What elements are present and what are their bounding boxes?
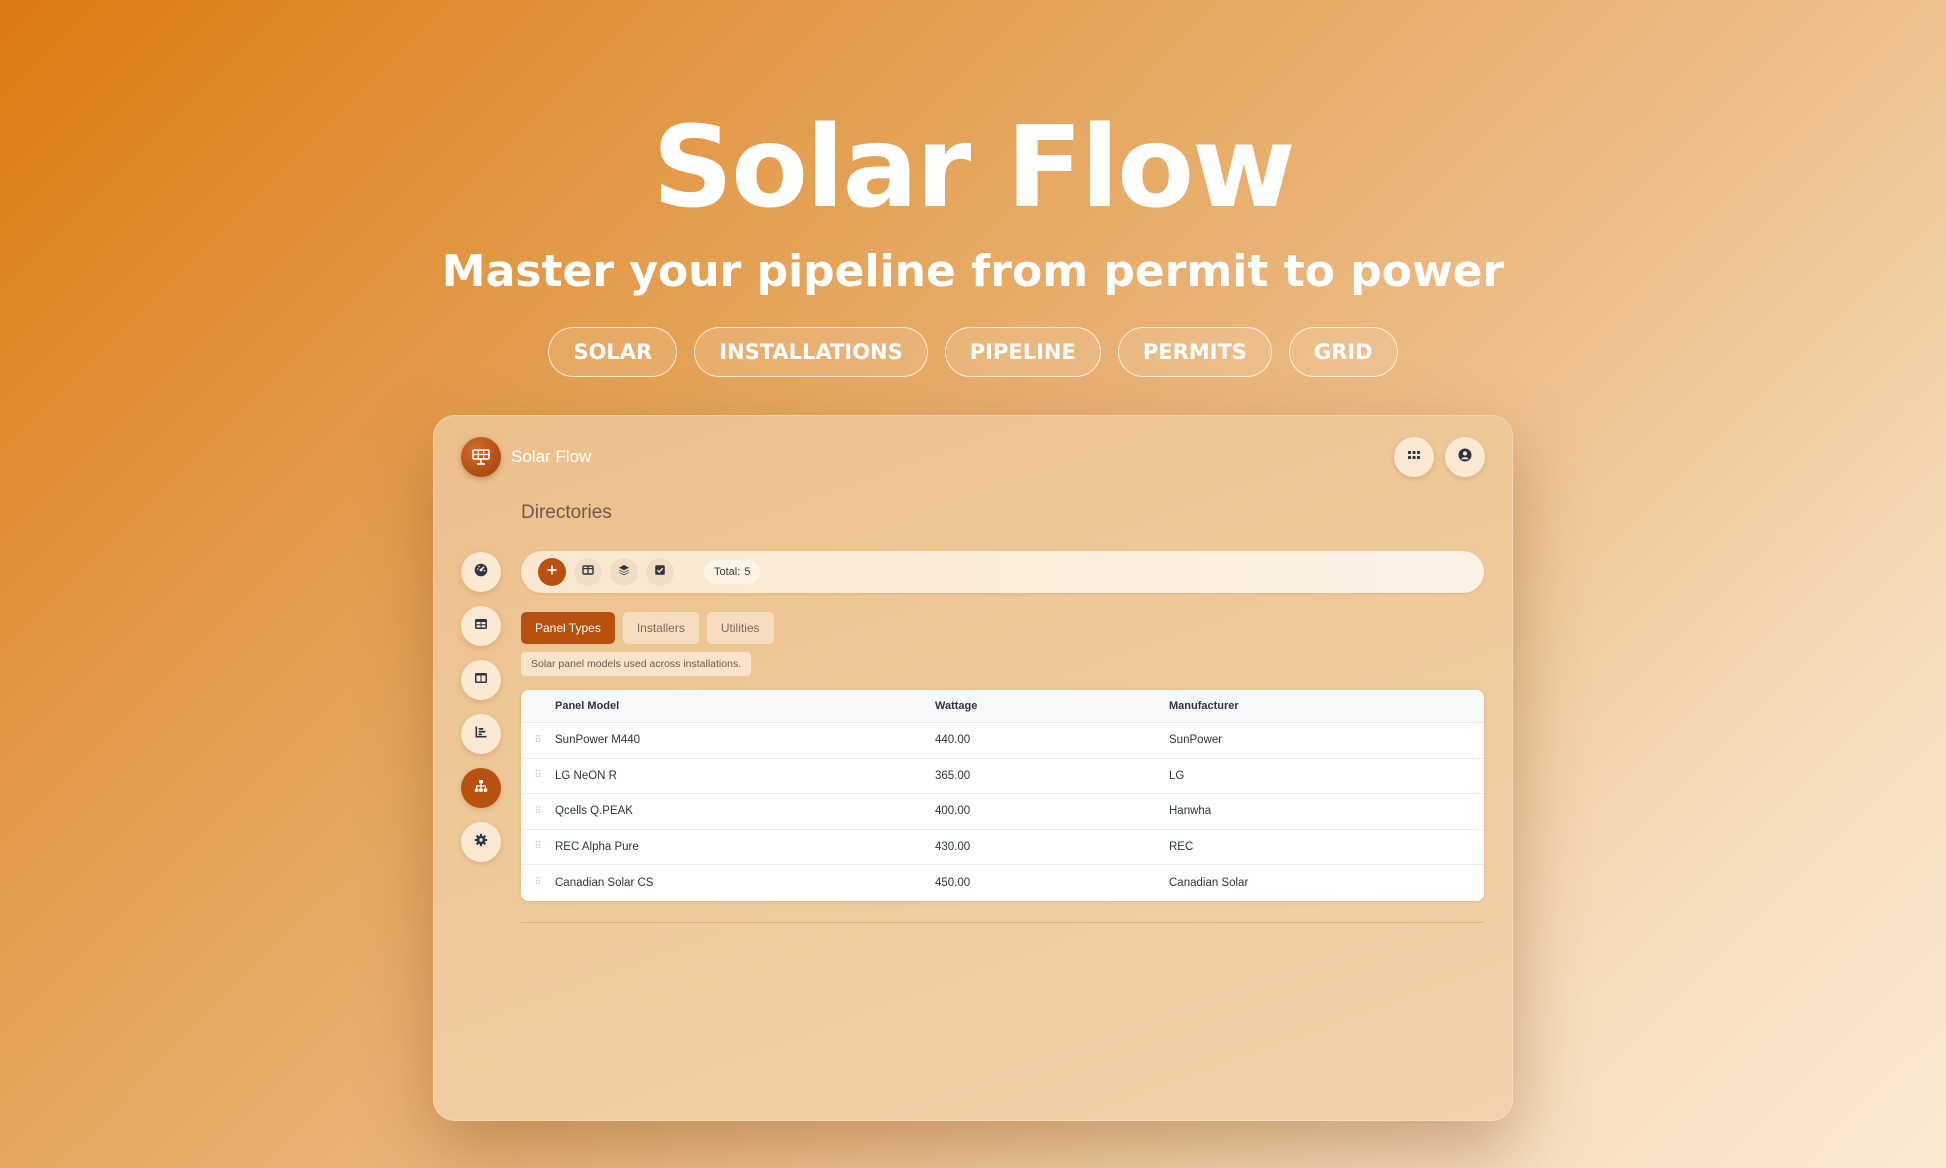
column-header-panel-model[interactable]: Panel Model [555, 700, 935, 712]
cell-manufacturer: REC [1169, 840, 1194, 853]
total-count-badge: Total: 5 [704, 560, 761, 584]
brand[interactable]: Solar Flow [461, 437, 591, 477]
cell-wattage: 450.00 [935, 876, 971, 889]
tag-pipeline: PIPELINE [944, 327, 1101, 377]
sidebar [461, 552, 501, 862]
drag-handle-icon[interactable]: ⠿ [521, 841, 555, 852]
add-icon [546, 563, 558, 581]
hierarchy-icon [474, 779, 488, 798]
sidebar-item-directories[interactable] [461, 768, 501, 808]
cell-wattage: 440.00 [935, 734, 971, 747]
dashboard-gauge-icon [474, 563, 488, 582]
drag-handle-icon[interactable]: ⠿ [521, 770, 555, 781]
tag-row: SOLAR INSTALLATIONS PIPELINE PERMITS GRI… [0, 327, 1946, 377]
directory-tabs: Panel Types Installers Utilities [521, 612, 774, 644]
sidebar-item-dashboard[interactable] [461, 552, 501, 592]
cell-wattage: 430.00 [935, 840, 971, 853]
column-header-wattage[interactable]: Wattage [935, 700, 1169, 712]
columns-icon [582, 563, 594, 581]
account-button[interactable] [1445, 437, 1485, 477]
table-header: Panel Model Wattage Manufacturer [521, 690, 1484, 723]
divider [521, 922, 1484, 923]
sidebar-item-settings[interactable] [461, 822, 501, 862]
select-button[interactable] [646, 558, 674, 586]
table-row[interactable]: ⠿ SunPower M440 440.00 SunPower [521, 723, 1484, 759]
tag-grid: GRID [1288, 327, 1398, 377]
cell-panel-model: SunPower M440 [555, 734, 641, 747]
sidebar-item-reports[interactable] [461, 714, 501, 754]
tag-installations: INSTALLATIONS [694, 327, 928, 377]
cell-panel-model: REC Alpha Pure [555, 840, 639, 853]
layers-button[interactable] [610, 558, 638, 586]
cell-wattage: 365.00 [935, 769, 971, 782]
sidebar-item-board[interactable] [461, 660, 501, 700]
hero-title: Solar Flow [652, 103, 1295, 233]
tab-description: Solar panel models used across installat… [521, 652, 752, 676]
cell-manufacturer: Canadian Solar [1169, 876, 1249, 889]
cell-panel-model: LG NeON R [555, 769, 617, 782]
settings-gear-icon [474, 833, 488, 852]
table-row[interactable]: ⠿ Canadian Solar CS 450.00 Canadian Sola… [521, 865, 1484, 901]
solar-panel-icon [461, 437, 501, 477]
table-icon [474, 617, 488, 636]
cell-manufacturer: Hanwha [1169, 805, 1212, 818]
tab-panel-types[interactable]: Panel Types [521, 612, 615, 644]
cell-manufacturer: LG [1169, 769, 1185, 782]
cell-panel-model: Qcells Q.PEAK [555, 805, 633, 818]
add-button[interactable] [538, 558, 566, 586]
tab-installers[interactable]: Installers [622, 612, 699, 644]
drag-handle-icon[interactable]: ⠿ [521, 877, 555, 888]
drag-handle-icon[interactable]: ⠿ [521, 735, 555, 746]
columns-icon [474, 671, 488, 690]
page-title: Directories [521, 502, 612, 523]
cell-panel-model: Canadian Solar CS [555, 876, 654, 889]
columns-button[interactable] [574, 558, 602, 586]
total-label: Total: [714, 566, 741, 578]
brand-name: Solar Flow [511, 447, 592, 466]
total-value: 5 [744, 566, 751, 578]
table-row[interactable]: ⠿ LG NeON R 365.00 LG [521, 759, 1484, 794]
cell-manufacturer: SunPower [1169, 734, 1223, 747]
apps-button[interactable] [1394, 437, 1434, 477]
tab-utilities[interactable]: Utilities [706, 612, 774, 644]
sidebar-item-table[interactable] [461, 606, 501, 646]
user-account-icon [1458, 448, 1472, 467]
table-row[interactable]: ⠿ Qcells Q.PEAK 400.00 Hanwha [521, 794, 1484, 830]
app-window: Solar Flow Directories Total: 5 Panel Ty… [433, 415, 1513, 1121]
column-header-manufacturer[interactable]: Manufacturer [1169, 700, 1484, 712]
hero-subtitle: Master your pipeline from permit to powe… [441, 246, 1505, 297]
cell-wattage: 400.00 [935, 805, 971, 818]
tag-solar: SOLAR [548, 327, 678, 377]
top-actions [1394, 437, 1485, 477]
checkbox-icon [654, 563, 666, 581]
table-row[interactable]: ⠿ REC Alpha Pure 430.00 REC [521, 830, 1484, 865]
chart-icon [474, 725, 488, 744]
toolbar: Total: 5 [521, 551, 1484, 593]
layers-icon [618, 563, 630, 581]
tag-permits: PERMITS [1117, 327, 1272, 377]
apps-grid-icon [1407, 448, 1421, 467]
drag-handle-icon[interactable]: ⠿ [521, 806, 555, 817]
panel-types-table: Panel Model Wattage Manufacturer ⠿ SunPo… [521, 690, 1484, 901]
